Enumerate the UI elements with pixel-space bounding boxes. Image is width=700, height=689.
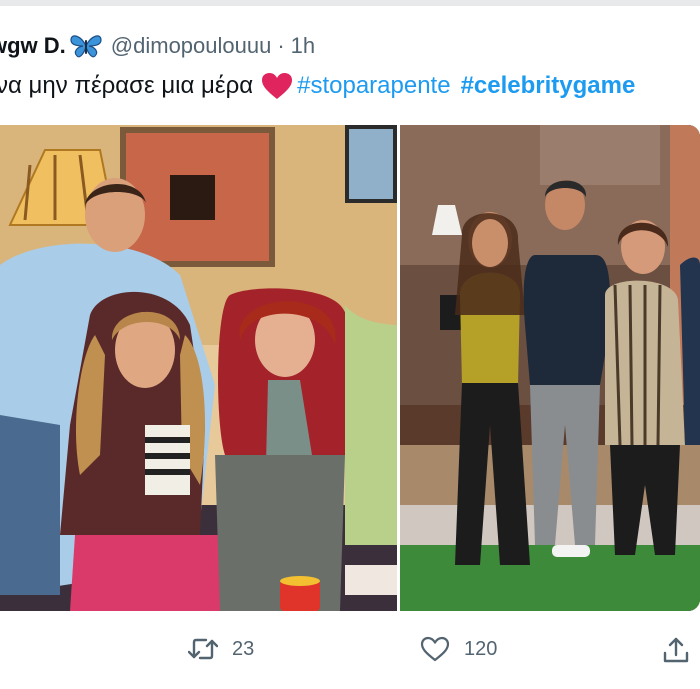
retweet-icon [188, 638, 218, 660]
hashtag-link[interactable]: #stoparapente [297, 72, 450, 100]
tweet-media[interactable] [0, 125, 700, 611]
share-icon [663, 637, 689, 663]
tweet-header: wgw D. @dimopoulouuu · 1h [0, 30, 315, 62]
tweet-body: να μην πέρασε μια μέρα #stoparapente #ce… [0, 72, 645, 100]
heart-icon [420, 636, 450, 662]
tweet-actions: 23 120 [0, 622, 700, 678]
tweet-text: να μην πέρασε μια μέρα [0, 72, 254, 99]
user-handle[interactable]: @dimopoulouuu [111, 33, 272, 59]
like-count: 120 [464, 637, 498, 660]
group-photo-new[interactable] [400, 125, 700, 611]
top-divider [0, 0, 700, 6]
tweet-timestamp[interactable]: 1h [291, 33, 315, 59]
display-name[interactable]: wgw D. [0, 33, 66, 59]
red-heart-emoji-icon [261, 72, 293, 100]
like-button[interactable]: 120 [420, 636, 497, 662]
retweet-button[interactable]: 23 [188, 636, 254, 662]
butterfly-icon [69, 33, 103, 59]
group-photo-old[interactable] [0, 125, 397, 611]
retweet-count: 23 [232, 637, 255, 660]
separator-dot: · [277, 33, 285, 58]
share-button[interactable] [662, 636, 690, 664]
hashtag-link[interactable]: #celebritygame [461, 72, 636, 100]
